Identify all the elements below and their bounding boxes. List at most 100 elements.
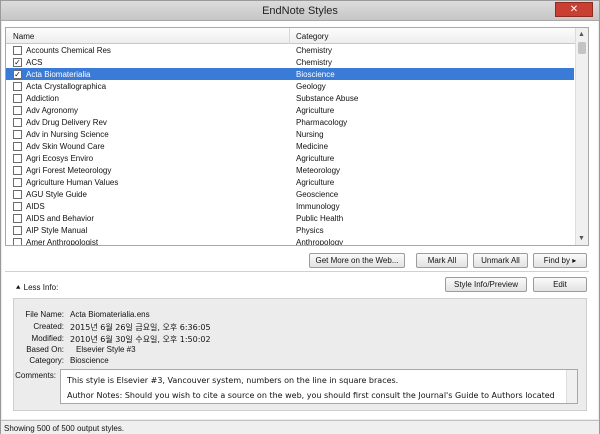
comments-label: Comments: <box>15 371 56 380</box>
row-checkbox[interactable]: ✓ <box>13 70 22 79</box>
row-category: Chemistry <box>296 58 333 67</box>
list-row[interactable]: ✓ ACS Chemistry <box>6 56 574 68</box>
row-category: Physics <box>296 226 324 235</box>
row-category: Immunology <box>296 202 340 211</box>
title-bar[interactable]: EndNote Styles ✕ <box>1 1 599 21</box>
created-label: Created: <box>33 322 64 331</box>
row-category: Agriculture <box>296 106 335 115</box>
row-name: Agri Ecosys Enviro <box>26 154 94 163</box>
list-row[interactable]: Adv in Nursing Science Nursing <box>6 128 574 140</box>
row-checkbox[interactable] <box>13 226 22 235</box>
row-name: Acta Crystallographica <box>26 82 107 91</box>
row-category: Agriculture <box>296 154 335 163</box>
row-checkbox[interactable] <box>13 202 22 211</box>
created-value: 2015년 6월 26일 금요일, 오후 6:36:05 <box>70 323 211 332</box>
row-category: Anthropology <box>296 238 344 246</box>
row-checkbox[interactable] <box>13 166 22 175</box>
file-name-label: File Name: <box>25 310 64 319</box>
edit-button[interactable]: Edit <box>533 277 587 292</box>
row-category: Substance Abuse <box>296 94 359 103</box>
category-value: Bioscience <box>70 356 109 365</box>
find-by-button[interactable]: Find by ▸ <box>533 253 587 268</box>
less-info-label: Less Info: <box>23 283 59 292</box>
comments-line-2: Author Notes: Should you wish to cite a … <box>67 391 555 400</box>
comments-textarea[interactable]: This style is Elsevier #3, Vancouver sys… <box>60 369 578 404</box>
list-row[interactable]: Addiction Substance Abuse <box>6 92 574 104</box>
list-row[interactable]: Agri Ecosys Enviro Agriculture <box>6 152 574 164</box>
file-name-value: Acta Biomaterialia.ens <box>70 310 150 319</box>
row-checkbox[interactable] <box>13 190 22 199</box>
list-scrollbar[interactable]: ▲ ▼ <box>575 28 588 245</box>
row-category: Geology <box>296 82 326 91</box>
row-name: Adv Agronomy <box>26 106 79 115</box>
column-separator <box>289 28 290 44</box>
status-text: Showing 500 of 500 output styles. <box>4 424 125 433</box>
less-info-toggle[interactable]: ⯅ Less Info: <box>15 283 58 293</box>
row-name: Amer Anthropologist <box>26 238 99 246</box>
list-row[interactable]: Adv Agronomy Agriculture <box>6 104 574 116</box>
row-category: Medicine <box>296 142 329 151</box>
row-checkbox[interactable] <box>13 154 22 163</box>
row-category: Nursing <box>296 130 324 139</box>
comments-scrollbar[interactable] <box>566 370 577 403</box>
list-row[interactable]: AGU Style Guide Geoscience <box>6 188 574 200</box>
row-name: Agri Forest Meteorology <box>26 166 112 175</box>
row-checkbox[interactable] <box>13 142 22 151</box>
column-header-category[interactable]: Category <box>296 32 328 41</box>
scroll-down-icon[interactable]: ▼ <box>578 235 585 242</box>
find-by-label: Find by <box>543 256 570 265</box>
row-category: Agriculture <box>296 178 335 187</box>
row-name: Addiction <box>26 94 59 103</box>
row-name: Adv Drug Delivery Rev <box>26 118 107 127</box>
row-category: Public Health <box>296 214 344 223</box>
row-checkbox[interactable] <box>13 106 22 115</box>
scroll-up-icon[interactable]: ▲ <box>578 31 585 38</box>
list-row[interactable]: Amer Anthropologist Anthropology <box>6 236 574 246</box>
based-on-value: Elsevier Style #3 <box>76 345 136 354</box>
list-row[interactable]: Acta Crystallographica Geology <box>6 80 574 92</box>
row-name: ACS <box>26 58 43 67</box>
status-bar: Showing 500 of 500 output styles. <box>1 420 599 434</box>
style-info-panel: File Name: Acta Biomaterialia.ens Create… <box>13 298 587 411</box>
list-row[interactable]: Adv Drug Delivery Rev Pharmacology <box>6 116 574 128</box>
row-checkbox[interactable] <box>13 94 22 103</box>
close-button[interactable]: ✕ <box>555 2 593 17</box>
get-more-on-web-button[interactable]: Get More on the Web... <box>309 253 405 268</box>
row-category: Meteorology <box>296 166 341 175</box>
row-checkbox[interactable] <box>13 82 22 91</box>
mark-all-button[interactable]: Mark All <box>416 253 468 268</box>
styles-list[interactable]: Name Category Accounts Chemical Res Chemi… <box>5 27 589 246</box>
list-row[interactable]: Agri Forest Meteorology Meteorology <box>6 164 574 176</box>
list-row[interactable]: AIDS and Behavior Public Health <box>6 212 574 224</box>
list-row[interactable]: Adv Skin Wound Care Medicine <box>6 140 574 152</box>
scrollbar-thumb[interactable] <box>578 42 586 54</box>
row-name: Acta Biomaterialia <box>26 70 91 79</box>
style-info-preview-button[interactable]: Style Info/Preview <box>445 277 527 292</box>
list-row[interactable]: AIDS Immunology <box>6 200 574 212</box>
row-category: Geoscience <box>296 190 339 199</box>
row-checkbox[interactable] <box>13 46 22 55</box>
row-checkbox[interactable] <box>13 178 22 187</box>
column-header-name[interactable]: Name <box>13 32 34 41</box>
row-category: Chemistry <box>296 46 333 55</box>
list-row[interactable]: AIP Style Manual Physics <box>6 224 574 236</box>
list-row[interactable]: ✓ Acta Biomaterialia Bioscience <box>6 68 574 80</box>
triangle-right-icon: ▸ <box>572 256 577 265</box>
row-checkbox[interactable] <box>13 238 22 245</box>
unmark-all-button[interactable]: Unmark All <box>473 253 528 268</box>
comments-line-1: This style is Elsevier #3, Vancouver sys… <box>67 376 399 385</box>
based-on-label: Based On: <box>26 345 64 354</box>
row-category: Pharmacology <box>296 118 348 127</box>
row-checkbox[interactable] <box>13 118 22 127</box>
list-header: Name Category <box>6 28 576 44</box>
list-row[interactable]: Agriculture Human Values Agriculture <box>6 176 574 188</box>
row-name: Accounts Chemical Res <box>26 46 111 55</box>
modified-label: Modified: <box>31 334 64 343</box>
row-checkbox[interactable] <box>13 130 22 139</box>
section-divider <box>5 271 589 272</box>
modified-value: 2010년 6월 30일 수요일, 오후 1:50:02 <box>70 335 211 344</box>
row-checkbox[interactable] <box>13 214 22 223</box>
arrow-up-icon: ⯅ <box>15 283 22 292</box>
list-row[interactable]: Accounts Chemical Res Chemistry <box>6 44 574 56</box>
row-checkbox[interactable]: ✓ <box>13 58 22 67</box>
